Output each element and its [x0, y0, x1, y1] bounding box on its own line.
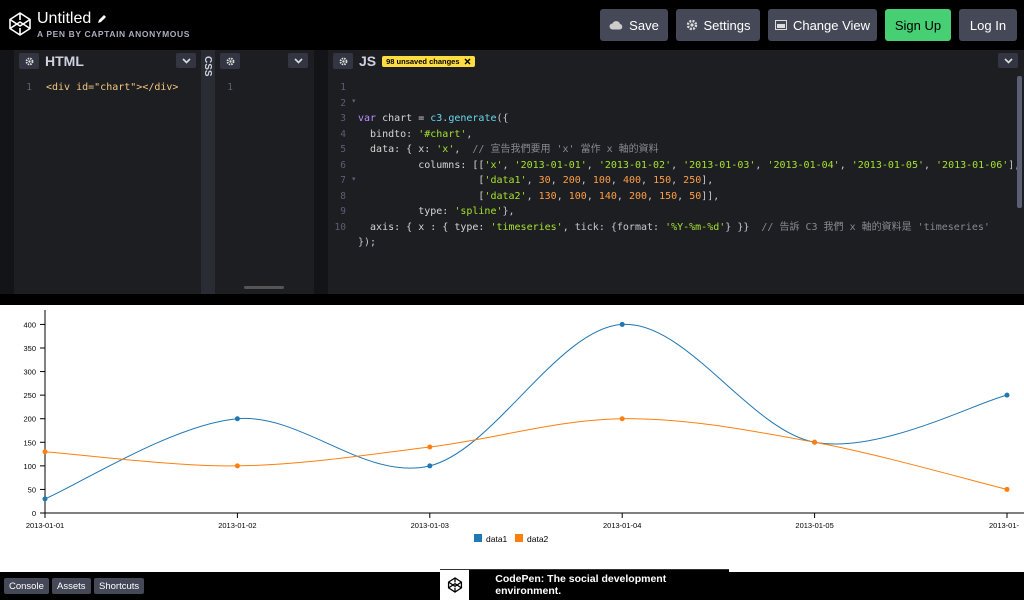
cloud-icon — [609, 21, 623, 30]
log-in-button[interactable]: Log In — [959, 9, 1017, 41]
gear-icon — [226, 57, 234, 65]
x-tick-label: 2013-01- — [989, 521, 1020, 530]
codepen-mark-icon — [447, 577, 462, 593]
legend-label-data2[interactable]: data2 — [527, 534, 549, 544]
legend-swatch-data2[interactable] — [515, 534, 523, 542]
y-tick-label: 100 — [23, 462, 36, 471]
x-tick-label: 2013-01-02 — [218, 521, 256, 530]
x-tick-label: 2013-01-03 — [411, 521, 449, 530]
editors-area: HTML 1 <div id="chart"></div> CSS 1 JS 9… — [0, 50, 1024, 294]
css-panel-label: CSS — [202, 56, 213, 77]
css-panel-header — [215, 50, 314, 72]
editor-resize-handle[interactable] — [244, 286, 284, 289]
js-collapse-button[interactable] — [998, 53, 1018, 68]
js-panel-label: JS — [359, 53, 377, 69]
layout-icon — [774, 20, 787, 30]
css-line-numbers: 1 — [227, 82, 233, 93]
html-editor-panel: HTML 1 <div id="chart"></div> — [14, 50, 201, 294]
data-point-data2[interactable] — [812, 439, 818, 445]
html-collapse-button[interactable] — [176, 53, 196, 68]
data-point-data1[interactable] — [234, 416, 240, 422]
y-tick-label: 300 — [23, 368, 36, 377]
data-point-data2[interactable] — [234, 463, 240, 469]
pencil-icon[interactable] — [97, 14, 107, 24]
y-tick-label: 0 — [32, 509, 36, 518]
js-scrollbar[interactable] — [1017, 76, 1022, 208]
legend-swatch-data1[interactable] — [474, 534, 482, 542]
y-tick-label: 150 — [23, 438, 36, 447]
js-line-numbers: 1 2 3 4 5 6 7 8 9 10 — [334, 82, 346, 233]
change-view-button[interactable]: Change View — [768, 9, 877, 41]
data-point-data1[interactable] — [42, 496, 48, 502]
x-tick-label: 2013-01-04 — [603, 521, 641, 530]
close-icon[interactable] — [464, 58, 471, 65]
gear-icon — [686, 19, 697, 31]
y-tick-label: 350 — [23, 344, 36, 353]
series-line-data1 — [44, 323, 1008, 500]
console-button[interactable]: Console — [4, 578, 49, 594]
sign-up-button-label: Sign Up — [894, 17, 942, 33]
log-in-button-label: Log In — [969, 17, 1007, 33]
data-point-data2[interactable] — [427, 444, 433, 450]
chevron-down-icon — [1003, 57, 1013, 64]
chevron-down-icon — [181, 57, 191, 64]
y-tick-label: 200 — [23, 415, 36, 424]
html-panel-label: HTML — [45, 53, 84, 69]
data-point-data2[interactable] — [619, 416, 625, 422]
js-resize-gutter[interactable] — [314, 50, 328, 294]
settings-button-label: Settings — [703, 17, 751, 33]
top-header: Untitled A PEN BY CAPTAIN ANONYMOUS Save… — [0, 0, 1024, 50]
data-point-data1[interactable] — [1004, 392, 1010, 398]
html-settings-button[interactable] — [19, 53, 39, 69]
codepen-promo[interactable]: CodePen: The social development environm… — [440, 569, 729, 600]
pen-title[interactable]: Untitled — [37, 10, 107, 28]
unsaved-changes-badge[interactable]: 98 unsaved changes — [382, 55, 475, 67]
y-tick-label: 250 — [23, 391, 36, 400]
js-editor-panel: JS 98 unsaved changes 1 2 3 4 5 6 7 8 9 … — [328, 50, 1024, 294]
result-preview: 0 50 100 150 200 250 300 350 400 2013-01-01 2013-0… — [0, 305, 1024, 572]
save-button[interactable]: Save — [600, 9, 668, 41]
unsaved-changes-text: 98 unsaved changes — [386, 56, 460, 66]
pen-title-text[interactable]: Untitled — [37, 10, 91, 28]
data-point-data1[interactable] — [427, 463, 433, 469]
shortcuts-button[interactable]: Shortcuts — [94, 578, 145, 594]
sign-up-button[interactable]: Sign Up — [885, 9, 951, 41]
chevron-down-icon — [293, 57, 303, 64]
x-tick-label: 2013-01-05 — [795, 521, 833, 530]
html-line-numbers: 1 — [26, 82, 32, 93]
data-point-data1[interactable] — [619, 321, 625, 327]
css-collapse-button[interactable] — [288, 53, 308, 68]
js-settings-button[interactable] — [333, 53, 353, 69]
fold-marker-icon[interactable]: ▾ — [352, 175, 356, 183]
html-resize-gutter[interactable] — [0, 50, 14, 294]
promo-text: CodePen: The social development environm… — [495, 573, 667, 597]
css-editor-panel: 1 — [215, 50, 314, 294]
settings-button[interactable]: Settings — [676, 9, 760, 41]
fold-marker-icon[interactable]: ▾ — [352, 97, 356, 105]
pen-author: A PEN BY CAPTAIN ANONYMOUS — [37, 29, 191, 39]
series-line-data2 — [44, 418, 1008, 490]
spline-chart: 0 50 100 150 200 250 300 350 400 2013-01-01 2013-0… — [23, 310, 1024, 544]
css-settings-button[interactable] — [220, 53, 240, 69]
data-point-data2[interactable] — [42, 449, 48, 455]
js-panel-header: JS 98 unsaved changes — [328, 50, 1024, 72]
change-view-button-label: Change View — [792, 17, 871, 33]
codepen-logo-icon — [440, 570, 470, 600]
assets-button[interactable]: Assets — [52, 578, 91, 594]
gear-icon — [339, 57, 347, 65]
gear-icon — [25, 57, 33, 65]
y-tick-label: 50 — [28, 485, 36, 494]
legend-label-data1[interactable]: data1 — [486, 534, 508, 544]
codepen-logo-icon[interactable] — [8, 10, 32, 38]
x-tick-label: 2013-01-01 — [26, 521, 64, 530]
result-resize-bar[interactable] — [0, 294, 1024, 305]
js-code-block[interactable]: var chart = c3.generate({ bindto: '#char… — [358, 80, 1020, 251]
css-editor-collapsed[interactable]: CSS — [201, 50, 215, 294]
data-point-data2[interactable] — [1004, 486, 1010, 492]
y-tick-label: 400 — [23, 320, 36, 329]
html-panel-header: HTML — [14, 50, 201, 72]
html-code-line[interactable]: <div id="chart"></div> — [46, 80, 178, 96]
save-button-label: Save — [629, 17, 659, 33]
